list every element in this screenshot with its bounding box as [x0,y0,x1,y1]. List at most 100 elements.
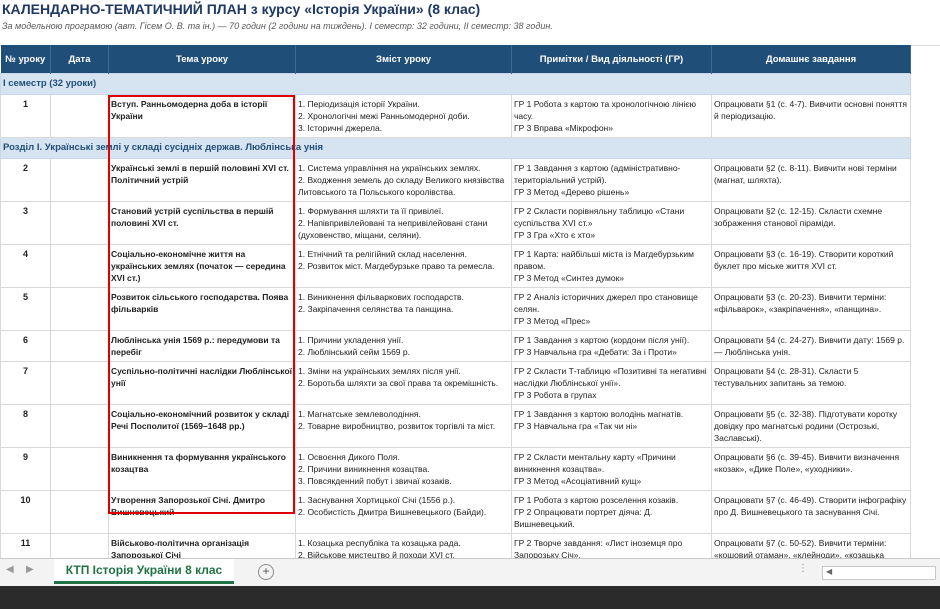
content-line: 1. Заснування Хортицької Січі (1556 р.). [298,495,456,505]
topic-cell[interactable]: Соціально-економічний розвиток у складі … [108,404,296,448]
topic-cell[interactable]: Люблінська унія 1569 р.: передумови та п… [108,330,296,362]
sheet-title: КАЛЕНДАРНО-ТЕМАТИЧНИЙ ПЛАН з курсу «Істо… [2,1,481,17]
content-line: 1. Періодизація історії України. [298,99,420,109]
content-line: 1. Система управління на українських зем… [298,163,481,173]
lesson-number-cell[interactable]: 8 [0,404,51,448]
lesson-number-cell[interactable]: 5 [0,287,51,331]
homework-cell[interactable]: Опрацювати §7 (с. 46-49). Створити інфог… [711,490,911,534]
notes-line: ГР 3 Навчальна гра «Так чи ні» [514,421,638,431]
topic-cell[interactable]: Українські землі в першій половині XVI с… [108,158,296,202]
header-cell-content[interactable]: Зміст уроку [295,45,512,74]
add-sheet-icon[interactable]: + [258,564,274,580]
content-line: 2. Хронологічні межі Ранньомодерної доби… [298,111,470,121]
notes-line: ГР 1 Завдання з картою (адміністративно-… [514,163,681,185]
date-cell[interactable] [50,447,109,491]
homework-cell[interactable]: Опрацювати §6 (с. 39-45). Вивчити визнач… [711,447,911,491]
homework-cell[interactable]: Опрацювати §1 (с. 4-7). Вивчити основні … [711,94,911,138]
date-cell[interactable] [50,330,109,362]
notes-cell[interactable]: ГР 2 Скласти порівняльну таблицю «Стани … [511,201,712,245]
section-header-row-label[interactable]: Розділ І. Українські землі у складі сусі… [0,137,911,159]
topic-cell[interactable]: Суспільно-політичні наслідки Люблінської… [108,361,296,405]
homework-cell[interactable]: Опрацювати §5 (с. 32-38). Підготувати ко… [711,404,911,448]
content-line: 2. Люблінський сейм 1569 р. [298,347,410,357]
notes-line: ГР 3 Робота в групах [514,390,597,400]
content-line: 2. Товарне виробництво, розвиток торгівл… [298,421,496,431]
content-line: 2. Закріпачення селянства та панщина. [298,304,454,314]
homework-cell[interactable]: Опрацювати §4 (с. 28-31). Скласти 5 тест… [711,361,911,405]
lesson-number-cell[interactable]: 9 [0,447,51,491]
notes-cell[interactable]: ГР 1 Завдання з картою (кордони після ун… [511,330,712,362]
notes-cell[interactable]: ГР 1 Завдання з картою (адміністративно-… [511,158,712,202]
notes-line: ГР 3 Вправа «Мікрофон» [514,123,613,133]
notes-line: ГР 2 Аналіз історичних джерел про станов… [514,292,698,314]
lesson-number-cell[interactable]: 2 [0,158,51,202]
content-cell[interactable]: 1. Формування шляхти та її привілеї. 2. Н… [295,201,512,245]
content-cell[interactable]: 1. Система управління на українських зем… [295,158,512,202]
topic-cell[interactable]: Вступ. Ранньомодерна доба в історії Укра… [108,94,296,138]
content-line: 1. Козацька республіка та козацька рада. [298,538,461,548]
notes-line: ГР 2 Скласти ментальну карту «Причини ви… [514,452,676,474]
notes-line: ГР 3 Навчальна гра «Дебати: За і Проти» [514,347,677,357]
semester-header-row-label[interactable]: І семестр (32 уроки) [0,73,911,95]
homework-cell[interactable]: Опрацювати §3 (с. 16-19). Створити корот… [711,244,911,288]
notes-cell[interactable]: ГР 2 Скласти Т-таблицю «Позитивні та нег… [511,361,712,405]
notes-cell[interactable]: ГР 2 Скласти ментальну карту «Причини ви… [511,447,712,491]
topic-cell[interactable]: Утворення Запорозької Січі. Дмитро Вишне… [108,490,296,534]
notes-line: ГР 1 Завдання з картою (кордони після ун… [514,335,690,345]
lesson-number-cell[interactable]: 1 [0,94,51,138]
horizontal-scrollbar[interactable]: ◀ [822,566,936,580]
lesson-number-cell[interactable]: 4 [0,244,51,288]
sheet-tab-active[interactable]: КТП Історія України 8 клас [54,559,234,584]
header-cell-notes[interactable]: Примітки / Вид діяльності (ГР) [511,45,712,74]
date-cell[interactable] [50,201,109,245]
content-cell[interactable]: 1. Періодизація історії України. 2. Хроно… [295,94,512,138]
date-cell[interactable] [50,404,109,448]
content-line: 2. Входження земель до складу Великого к… [298,175,505,197]
content-line: 2. Напівпривілейовані та непривілейовані… [298,218,488,240]
date-cell[interactable] [50,94,109,138]
date-cell[interactable] [50,158,109,202]
content-cell[interactable]: 1. Виникнення фільваркових господарств. 2… [295,287,512,331]
topic-cell[interactable]: Становий устрій суспільства в першій пол… [108,201,296,245]
lesson-number-cell[interactable]: 6 [0,330,51,362]
content-cell[interactable]: 1. Етнічний та релігійний склад населенн… [295,244,512,288]
content-line: 1. Формування шляхти та її привілеї. [298,206,444,216]
date-cell[interactable] [50,287,109,331]
content-cell[interactable]: 1. Причини укладення унії. 2. Люблінський… [295,330,512,362]
content-cell[interactable]: 1. Освоєння Дикого Поля. 2. Причини виник… [295,447,512,491]
topic-cell[interactable]: Соціально-економічне життя на українськи… [108,244,296,288]
lesson-number-cell[interactable]: 10 [0,490,51,534]
notes-cell[interactable]: ГР 1 Робота з картою та хронологічною лі… [511,94,712,138]
homework-cell[interactable]: Опрацювати §3 (с. 20-23). Вивчити термін… [711,287,911,331]
date-cell[interactable] [50,361,109,405]
topic-cell[interactable]: Виникнення та формування українського ко… [108,447,296,491]
header-cell-date[interactable]: Дата [50,45,109,74]
scroll-left-arrow-icon[interactable]: ◀ [826,567,832,576]
date-cell[interactable] [50,490,109,534]
content-line: 3. Історичні джерела. [298,123,383,133]
header-cell-topic[interactable]: Тема уроку [108,45,296,74]
content-line: 1. Зміни на українських землях після уні… [298,366,461,376]
content-cell[interactable]: 1. Магнатське землеволодіння. 2. Товарне … [295,404,512,448]
notes-cell[interactable]: ГР 1 Робота з картою розселення козаків.… [511,490,712,534]
topic-cell[interactable]: Розвиток сільського господарства. Поява … [108,287,296,331]
tab-splitter-icon[interactable]: ⋮ [798,563,808,574]
content-cell[interactable]: 1. Заснування Хортицької Січі (1556 р.).… [295,490,512,534]
header-cell-lesson-number[interactable]: № уроку [0,45,51,74]
homework-cell[interactable]: Опрацювати §2 (с. 8-11). Вивчити нові те… [711,158,911,202]
lesson-number-cell[interactable]: 3 [0,201,51,245]
tab-scroll-left-icon[interactable]: ◀ [6,564,14,575]
homework-cell[interactable]: Опрацювати §2 (с. 12-15). Скласти схемне… [711,201,911,245]
content-line: 1. Освоєння Дикого Поля. [298,452,400,462]
content-line: 2. Розвиток міст. Магдебурзьке право та … [298,261,495,271]
homework-cell[interactable]: Опрацювати §4 (с. 24-27). Вивчити дату: … [711,330,911,362]
content-cell[interactable]: 1. Зміни на українських землях після уні… [295,361,512,405]
header-cell-homework[interactable]: Домашнє завдання [711,45,911,74]
date-cell[interactable] [50,244,109,288]
notes-cell[interactable]: ГР 1 Карта: найбільші міста із Магдебурз… [511,244,712,288]
content-line: 3. Повсякденний побут і звичаї козаків. [298,476,452,486]
notes-cell[interactable]: ГР 1 Завдання з картою володінь магнатів… [511,404,712,448]
lesson-number-cell[interactable]: 7 [0,361,51,405]
notes-cell[interactable]: ГР 2 Аналіз історичних джерел про станов… [511,287,712,331]
tab-scroll-right-icon[interactable]: ▶ [26,564,34,575]
